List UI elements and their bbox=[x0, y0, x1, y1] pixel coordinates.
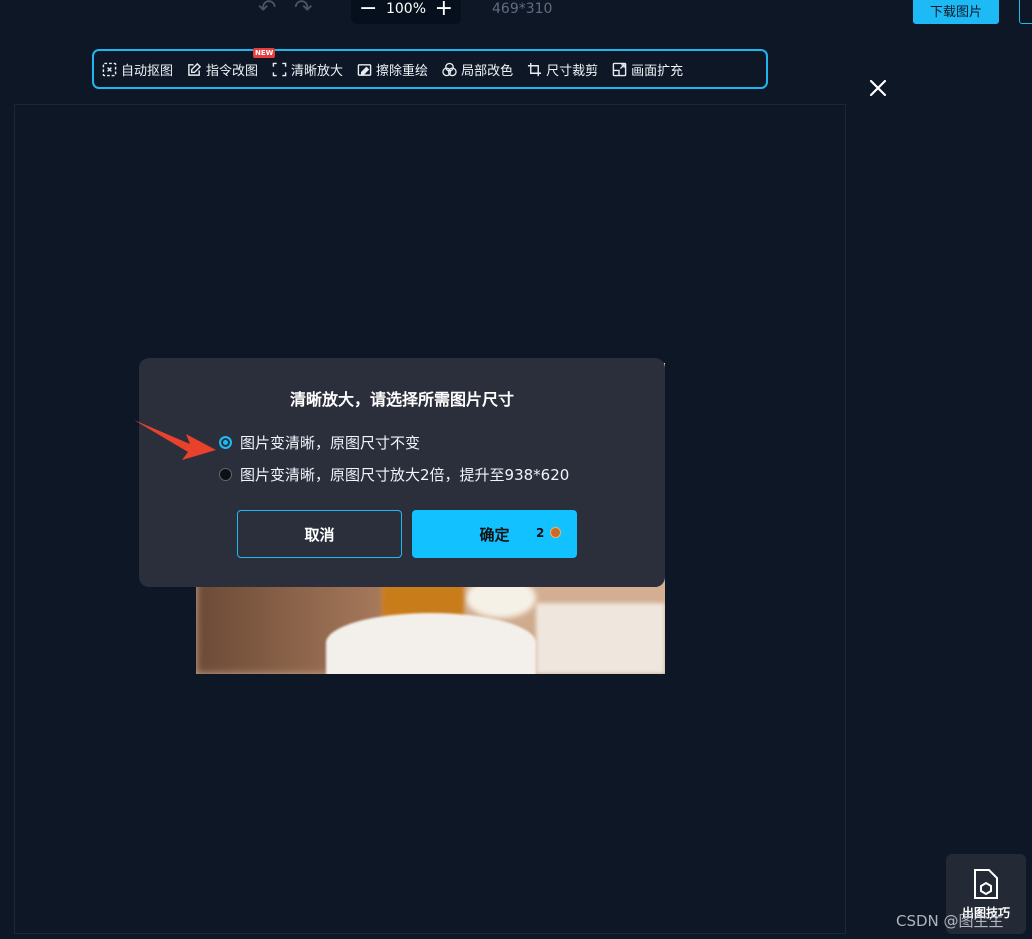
tool-label: 自动抠图 bbox=[121, 63, 174, 79]
tool-label: 清晰放大 bbox=[291, 63, 344, 79]
tool-expand[interactable]: 画面扩充 bbox=[612, 60, 683, 79]
confirm-button[interactable]: 确定 2 bbox=[412, 510, 577, 558]
tool-label: 局部改色 bbox=[461, 63, 514, 79]
undo-icon[interactable]: ↶ bbox=[258, 0, 276, 21]
expand-icon bbox=[612, 62, 627, 76]
option-label: 图片变清晰，原图尺寸放大2倍，提升至938*620 bbox=[240, 466, 570, 484]
tool-label: 尺寸裁剪 bbox=[546, 63, 599, 79]
auto-cutout-icon bbox=[102, 62, 117, 76]
zoom-level: 100% bbox=[385, 1, 427, 17]
arrow-annotation-icon bbox=[134, 420, 216, 460]
tool-instruction-edit[interactable]: 指令改图 NEW bbox=[187, 47, 276, 79]
image-dimensions: 469*310 bbox=[492, 1, 553, 17]
tool-crop[interactable]: 尺寸裁剪 bbox=[527, 60, 598, 79]
partial-button[interactable] bbox=[1019, 0, 1032, 24]
cancel-button[interactable]: 取消 bbox=[237, 510, 402, 558]
document-icon bbox=[974, 869, 998, 899]
tool-label: 擦除重绘 bbox=[376, 63, 429, 79]
zoom-control: − 100% + bbox=[351, 0, 461, 24]
eraser-icon bbox=[357, 63, 372, 76]
photo-backdrop bbox=[536, 603, 665, 674]
photo-pedestal bbox=[326, 613, 536, 674]
option-label: 图片变清晰，原图尺寸不变 bbox=[240, 434, 421, 452]
tool-label: 指令改图 bbox=[206, 63, 259, 79]
watermark: CSDN @图生生 bbox=[896, 912, 1004, 930]
tool-local-color[interactable]: 局部改色 bbox=[442, 60, 513, 79]
radio-selected[interactable] bbox=[219, 436, 232, 449]
zoom-out-button[interactable]: − bbox=[359, 0, 377, 20]
tool-erase-redraw[interactable]: 擦除重绘 bbox=[357, 60, 428, 79]
radio-unselected[interactable] bbox=[219, 468, 232, 481]
color-icon bbox=[442, 62, 457, 76]
close-icon[interactable] bbox=[868, 78, 888, 98]
crop-icon bbox=[528, 62, 542, 76]
dialog-title: 清晰放大，请选择所需图片尺寸 bbox=[289, 390, 514, 409]
credit-cost: 2 bbox=[536, 526, 545, 540]
download-button[interactable]: 下载图片 bbox=[913, 0, 999, 24]
coin-icon bbox=[550, 527, 561, 538]
tool-auto-cutout[interactable]: 自动抠图 bbox=[102, 60, 173, 79]
tool-label: 画面扩充 bbox=[631, 63, 684, 79]
new-badge: NEW bbox=[253, 47, 276, 58]
top-bar: ↶ ↷ − 100% + 469*310 下载图片 bbox=[0, 0, 1032, 26]
redo-icon[interactable]: ↷ bbox=[294, 0, 312, 21]
edit-icon bbox=[188, 62, 202, 76]
enlarge-dialog: 清晰放大，请选择所需图片尺寸 图片变清晰，原图尺寸不变 图片变清晰，原图尺寸放大… bbox=[139, 358, 665, 587]
option-keep-size[interactable]: 图片变清晰，原图尺寸不变 bbox=[219, 432, 420, 453]
enlarge-icon bbox=[272, 62, 287, 76]
tool-enlarge[interactable]: 清晰放大 bbox=[272, 60, 343, 79]
option-enlarge-2x[interactable]: 图片变清晰，原图尺寸放大2倍，提升至938*620 bbox=[219, 464, 569, 485]
edit-toolbar: 自动抠图 指令改图 NEW 清晰放大 擦除重绘 局部改色 尺寸裁剪 画面扩充 bbox=[92, 47, 768, 89]
zoom-in-button[interactable]: + bbox=[435, 0, 453, 20]
